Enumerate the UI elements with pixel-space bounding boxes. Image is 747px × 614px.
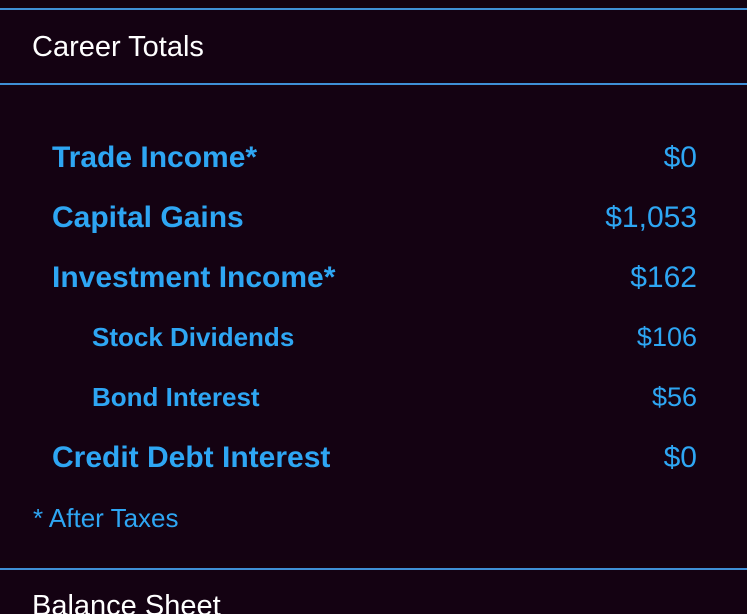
- stock-dividends-row: Stock Dividends $106: [0, 317, 747, 357]
- credit-debt-interest-row: Credit Debt Interest $0: [0, 438, 747, 478]
- capital-gains-row: Capital Gains $1,053: [0, 198, 747, 238]
- investment-income-value: $162: [630, 261, 697, 294]
- career-totals-header[interactable]: Career Totals: [32, 33, 204, 62]
- investment-income-label: Investment Income*: [52, 261, 336, 294]
- after-taxes-footnote: * After Taxes: [33, 503, 179, 533]
- trade-income-row: Trade Income* $0: [0, 138, 747, 178]
- stock-dividends-label: Stock Dividends: [92, 322, 295, 352]
- career-totals-divider: [0, 83, 747, 85]
- top-divider: [0, 8, 747, 10]
- capital-gains-label: Capital Gains: [52, 201, 244, 234]
- credit-debt-interest-value: $0: [663, 441, 697, 474]
- investment-income-row: Investment Income* $162: [0, 258, 747, 298]
- credit-debt-interest-label: Credit Debt Interest: [52, 441, 331, 474]
- capital-gains-value: $1,053: [605, 201, 697, 234]
- balance-sheet-header[interactable]: Balance Sheet: [32, 592, 221, 614]
- balance-sheet-divider: [0, 568, 747, 570]
- stock-dividends-value: $106: [636, 322, 697, 352]
- bond-interest-label: Bond Interest: [92, 382, 260, 412]
- trade-income-label: Trade Income*: [52, 141, 258, 174]
- bond-interest-value: $56: [651, 382, 697, 412]
- bond-interest-row: Bond Interest $56: [0, 377, 747, 417]
- trade-income-value: $0: [663, 141, 697, 174]
